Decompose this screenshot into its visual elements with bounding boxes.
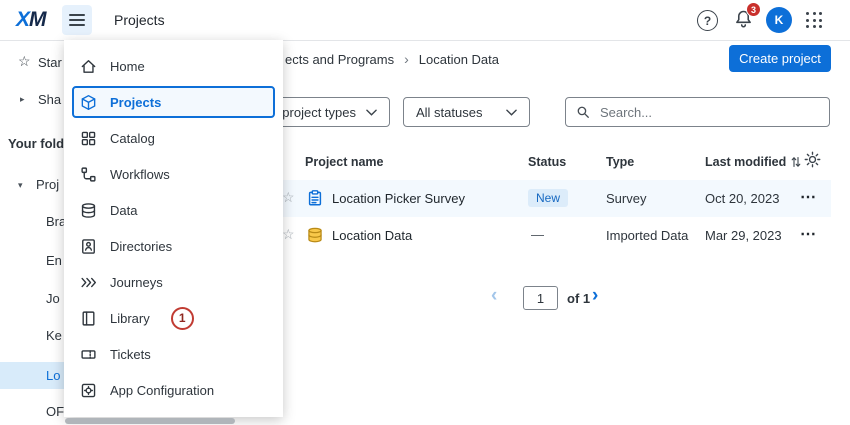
folder-item-active-label: Lo xyxy=(46,368,60,383)
menu-item-label: Data xyxy=(110,203,137,218)
avatar[interactable]: K xyxy=(766,7,792,33)
menu-item-label: Projects xyxy=(110,95,161,110)
annotation-circle: 1 xyxy=(171,307,194,330)
library-icon xyxy=(80,310,97,327)
breadcrumb: ects and Programs › Location Data xyxy=(285,51,499,67)
imported-data-icon xyxy=(306,226,324,247)
menu-item-label: Library xyxy=(110,311,150,326)
menu-item-label: Directories xyxy=(110,239,172,254)
favorite-star-icon[interactable]: ☆ xyxy=(282,189,295,206)
global-nav-menu: Home Projects Catalog Workflows Data Dir… xyxy=(64,40,283,417)
status-badge: New xyxy=(528,189,568,207)
sort-icon xyxy=(791,156,801,168)
row-menu-button[interactable]: ⋯ xyxy=(800,224,817,244)
project-name[interactable]: Location Data xyxy=(332,228,412,243)
catalog-icon xyxy=(80,130,97,147)
menu-item-journeys[interactable]: Journeys xyxy=(64,264,283,300)
column-settings-button[interactable] xyxy=(804,151,821,171)
folder-item[interactable]: Ke xyxy=(46,328,62,343)
data-icon xyxy=(80,202,97,219)
apps-grid-button[interactable] xyxy=(806,12,822,28)
menu-item-directories[interactable]: Directories xyxy=(64,228,283,264)
workflows-icon xyxy=(80,166,97,183)
help-button[interactable]: ? xyxy=(697,10,718,31)
caret-down-icon[interactable]: ▾ xyxy=(18,180,23,191)
table-row[interactable]: ☆ Location Data — Imported Data Mar 29, … xyxy=(272,217,831,254)
last-modified: Oct 20, 2023 xyxy=(705,191,779,206)
menu-item-tickets[interactable]: Tickets xyxy=(64,336,283,372)
next-page-button[interactable]: › xyxy=(592,285,598,307)
journeys-icon xyxy=(80,274,97,291)
last-modified: Mar 29, 2023 xyxy=(705,228,782,243)
breadcrumb-separator-icon: › xyxy=(404,51,409,67)
status-filter-label: All statuses xyxy=(416,105,482,120)
prev-page-button[interactable]: ‹ xyxy=(491,285,497,307)
topbar: XM Projects ? 3 K xyxy=(0,0,850,41)
menu-item-projects[interactable]: Projects xyxy=(72,86,275,118)
folder-tree-root[interactable]: Proj xyxy=(36,177,59,192)
project-type-filter-label: project types xyxy=(282,105,356,120)
project-type: Imported Data xyxy=(606,228,688,243)
xm-logo[interactable]: XM xyxy=(16,8,46,32)
menu-item-label: Catalog xyxy=(110,131,155,146)
projects-icon xyxy=(80,94,97,111)
folder-item[interactable]: OF xyxy=(46,404,64,419)
breadcrumb-current: Location Data xyxy=(419,52,499,67)
page-title: Projects xyxy=(114,12,165,28)
survey-icon xyxy=(306,189,324,210)
app-config-icon xyxy=(80,382,97,399)
xm-logo-m: M xyxy=(29,8,46,31)
page-input[interactable] xyxy=(523,286,558,310)
row-menu-button[interactable]: ⋯ xyxy=(800,187,817,207)
notification-badge: 3 xyxy=(746,2,761,17)
search-input[interactable] xyxy=(598,104,819,121)
page-count: of 1 xyxy=(567,291,590,306)
xm-logo-x: X xyxy=(16,8,29,31)
directories-icon xyxy=(80,238,97,255)
column-header-project-name: Project name xyxy=(305,155,384,169)
favorite-star-icon[interactable]: ☆ xyxy=(282,226,295,243)
table-row[interactable]: ☆ Location Picker Survey New Survey Oct … xyxy=(272,180,831,217)
column-header-type: Type xyxy=(606,155,634,169)
menu-item-app-configuration[interactable]: App Configuration xyxy=(64,372,283,408)
menu-item-label: Home xyxy=(110,59,145,74)
folders-heading: Your fold xyxy=(8,136,64,151)
column-header-status: Status xyxy=(528,155,566,169)
folder-item[interactable]: En xyxy=(46,253,62,268)
status-dash: — xyxy=(531,227,544,242)
menu-item-label: App Configuration xyxy=(110,383,214,398)
tickets-icon xyxy=(80,346,97,363)
menu-item-data[interactable]: Data xyxy=(64,192,283,228)
home-icon xyxy=(80,58,97,75)
search-box xyxy=(565,97,830,127)
menu-item-catalog[interactable]: Catalog xyxy=(64,120,283,156)
sidebar-item-shared[interactable]: Sha xyxy=(38,92,61,107)
project-type: Survey xyxy=(606,191,646,206)
chevron-down-icon xyxy=(366,109,377,116)
menu-item-label: Journeys xyxy=(110,275,163,290)
menu-item-workflows[interactable]: Workflows xyxy=(64,156,283,192)
hamburger-menu-button[interactable] xyxy=(62,5,92,35)
chevron-down-icon xyxy=(506,109,517,116)
menu-item-label: Tickets xyxy=(110,347,151,362)
create-project-button[interactable]: Create project xyxy=(729,45,831,72)
app-window: ☆ Star ▸ Sha Your fold ▾ Proj Bra En Jo … xyxy=(0,0,850,425)
sidebar-item-starred[interactable]: Star xyxy=(38,55,62,70)
status-filter[interactable]: All statuses xyxy=(403,97,530,127)
sidebar-horizontal-scrollbar[interactable] xyxy=(65,418,235,424)
caret-right-icon[interactable]: ▸ xyxy=(20,94,25,105)
menu-item-home[interactable]: Home xyxy=(64,48,283,84)
menu-item-label: Workflows xyxy=(110,167,170,182)
column-header-last-modified-label: Last modified xyxy=(705,155,786,169)
project-name[interactable]: Location Picker Survey xyxy=(332,191,465,206)
gear-icon xyxy=(804,151,821,168)
search-icon xyxy=(576,105,590,119)
star-icon: ☆ xyxy=(18,53,31,70)
menu-item-library[interactable]: Library 1 xyxy=(64,300,283,336)
breadcrumb-parent[interactable]: ects and Programs xyxy=(285,52,394,67)
folder-item[interactable]: Jo xyxy=(46,291,60,306)
column-header-last-modified[interactable]: Last modified xyxy=(705,155,801,169)
